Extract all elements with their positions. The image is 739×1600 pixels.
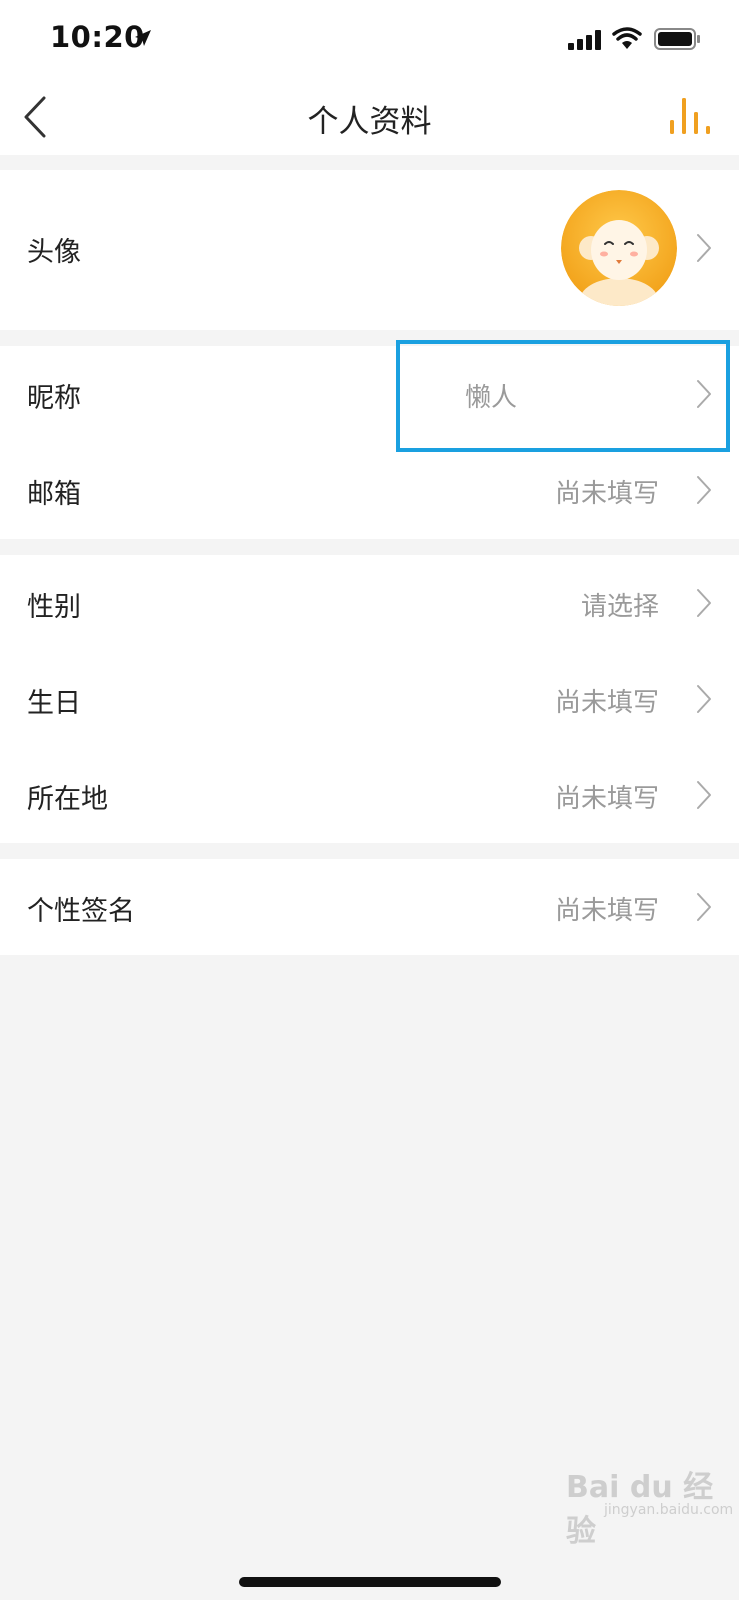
highlight-box — [396, 340, 730, 452]
bar-stats-icon — [670, 98, 710, 134]
personal-section: 性别 请选择 生日 尚未填写 所在地 尚未填写 — [0, 555, 739, 843]
birthday-row[interactable]: 生日 尚未填写 — [0, 651, 739, 747]
birthday-label: 生日 — [27, 688, 81, 719]
signature-row[interactable]: 个性签名 尚未填写 — [0, 859, 739, 955]
chevron-right-icon — [697, 685, 711, 713]
gender-label: 性别 — [27, 592, 81, 623]
gender-value: 请选择 — [580, 592, 659, 622]
email-row[interactable]: 邮箱 尚未填写 — [0, 442, 739, 539]
chevron-right-icon — [697, 234, 711, 262]
location-label: 所在地 — [27, 784, 108, 815]
home-indicator[interactable] — [239, 1577, 501, 1587]
gender-row[interactable]: 性别 请选择 — [0, 555, 739, 651]
location-arrow-icon — [135, 30, 151, 46]
signature-value: 尚未填写 — [554, 896, 659, 926]
status-time: 10:20 — [50, 20, 145, 54]
chevron-right-icon — [697, 589, 711, 617]
stats-button[interactable] — [668, 96, 714, 140]
location-row[interactable]: 所在地 尚未填写 — [0, 747, 739, 843]
nickname-label: 昵称 — [27, 383, 81, 414]
birthday-value: 尚未填写 — [554, 688, 659, 718]
nav-bar: 个人资料 — [0, 80, 739, 155]
signature-section: 个性签名 尚未填写 — [0, 859, 739, 955]
location-value: 尚未填写 — [554, 784, 659, 814]
signature-label: 个性签名 — [27, 896, 135, 927]
avatar-row[interactable]: 头像 — [0, 170, 739, 330]
battery-icon — [654, 28, 700, 50]
watermark-url: jingyan.baidu.com — [604, 1502, 734, 1518]
email-value: 尚未填写 — [554, 479, 659, 509]
wifi-icon — [612, 27, 642, 49]
avatar-label: 头像 — [27, 237, 81, 268]
cellular-signal-icon — [568, 30, 601, 50]
chevron-right-icon — [697, 476, 711, 504]
email-label: 邮箱 — [27, 479, 81, 510]
page-title: 个人资料 — [307, 104, 432, 140]
monkey-avatar-image — [561, 190, 677, 306]
status-bar: 10:20 — [0, 0, 739, 80]
avatar[interactable] — [561, 190, 677, 306]
chevron-right-icon — [697, 893, 711, 921]
chevron-right-icon — [697, 781, 711, 809]
avatar-section: 头像 — [0, 170, 739, 330]
